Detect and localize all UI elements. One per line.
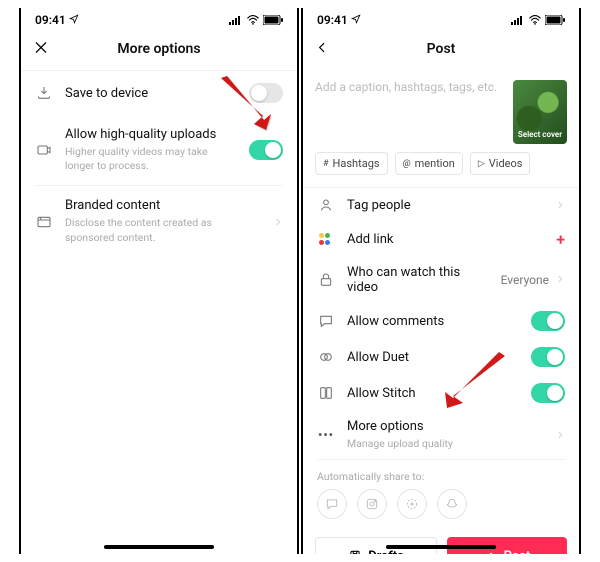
cover-label: Select cover: [518, 130, 562, 139]
share-label: Automatically share to:: [303, 460, 579, 489]
share-instagram-icon[interactable]: [357, 489, 387, 519]
lock-icon: [317, 271, 335, 289]
phone-post: 09:41 Post Add a caption, hashtags, tags…: [301, 8, 581, 554]
row-label: Allow high-quality uploads: [65, 127, 237, 142]
share-icons: [303, 489, 579, 531]
battery-icon: [545, 15, 565, 25]
row-add-link[interactable]: Add link +: [303, 222, 579, 257]
row-label: Tag people: [347, 198, 543, 213]
row-sublabel: Disclose the content created as sponsore…: [65, 216, 261, 244]
home-indicator: [386, 545, 496, 549]
chevron-right-icon: [555, 273, 565, 287]
hashtags-button[interactable]: #Hashtags: [315, 152, 388, 175]
location-icon: [351, 13, 361, 27]
select-cover-button[interactable]: Select cover: [513, 80, 567, 144]
row-tag-people[interactable]: Tag people: [303, 188, 579, 222]
tag-label: mention: [415, 157, 455, 170]
tag-label: Hashtags: [333, 157, 380, 170]
tag-row: #Hashtags @mention ▷Videos: [303, 150, 579, 188]
row-label: Save to device: [65, 86, 237, 101]
chevron-right-icon: [273, 217, 283, 227]
share-message-icon[interactable]: [317, 489, 347, 519]
status-bar: 09:41: [303, 8, 579, 32]
share-stories-icon[interactable]: [397, 489, 427, 519]
page-title: More options: [117, 41, 200, 57]
row-label: Add link: [347, 232, 544, 247]
location-icon: [69, 13, 79, 27]
row-sublabel: Higher quality videos may take longer to…: [65, 145, 237, 173]
duet-icon: [317, 348, 335, 366]
row-more-options[interactable]: ••• More options Manage upload quality: [303, 411, 579, 459]
back-icon[interactable]: [315, 41, 329, 58]
signal-icon: [229, 15, 243, 25]
more-icon: •••: [317, 426, 335, 444]
person-icon: [317, 196, 335, 214]
stitch-icon: [317, 384, 335, 402]
chevron-right-icon: [555, 430, 565, 440]
row-allow-comments[interactable]: Allow comments: [303, 303, 579, 339]
videos-button[interactable]: ▷Videos: [470, 152, 531, 175]
plus-icon[interactable]: +: [556, 230, 565, 249]
button-label: Drafts: [368, 549, 404, 554]
share-snapchat-icon[interactable]: [437, 489, 467, 519]
header: More options: [21, 32, 297, 66]
row-branded-content[interactable]: Branded content Disclose the content cre…: [21, 186, 297, 256]
chevron-right-icon: [555, 200, 565, 210]
row-hq-uploads[interactable]: Allow high-quality uploads Higher qualit…: [21, 115, 297, 185]
row-value: Everyone: [501, 273, 549, 287]
battery-icon: [263, 15, 283, 25]
toggle-hq[interactable]: [249, 140, 283, 160]
row-label: Allow Duet: [347, 350, 519, 365]
row-label: Allow Stitch: [347, 386, 519, 401]
upload-quality-icon: [35, 141, 53, 159]
caption-input[interactable]: Add a caption, hashtags, tags, etc.: [315, 80, 503, 144]
wifi-icon: [246, 15, 260, 25]
signal-icon: [511, 15, 525, 25]
phone-more-options: 09:41 More options Save to device Allow …: [19, 8, 299, 554]
colordots-icon: [317, 231, 335, 249]
row-who-can-watch[interactable]: Who can watch this video Everyone: [303, 257, 579, 303]
mention-button[interactable]: @mention: [395, 152, 463, 175]
footer-buttons: Drafts Post: [303, 531, 579, 554]
close-icon[interactable]: [33, 40, 49, 59]
toggle-comments[interactable]: [531, 311, 565, 331]
row-label: Who can watch this video: [347, 265, 489, 295]
status-time: 09:41: [35, 13, 66, 27]
toggle-save[interactable]: [249, 83, 283, 103]
row-save-to-device[interactable]: Save to device: [21, 71, 297, 115]
home-indicator: [104, 545, 214, 549]
row-allow-stitch[interactable]: Allow Stitch: [303, 375, 579, 411]
row-label: Allow comments: [347, 314, 519, 329]
tag-label: Videos: [489, 157, 523, 170]
button-label: Post: [504, 549, 531, 554]
toggle-stitch[interactable]: [531, 383, 565, 403]
row-sublabel: Manage upload quality: [347, 437, 543, 451]
wifi-icon: [528, 15, 542, 25]
comment-icon: [317, 312, 335, 330]
row-label: Branded content: [65, 198, 261, 213]
row-label: More options: [347, 419, 543, 434]
status-bar: 09:41: [21, 8, 297, 32]
status-time: 09:41: [317, 13, 348, 27]
header: Post: [303, 32, 579, 66]
toggle-duet[interactable]: [531, 347, 565, 367]
download-icon: [35, 84, 53, 102]
row-allow-duet[interactable]: Allow Duet: [303, 339, 579, 375]
branded-content-icon: [35, 213, 53, 231]
page-title: Post: [427, 41, 456, 57]
